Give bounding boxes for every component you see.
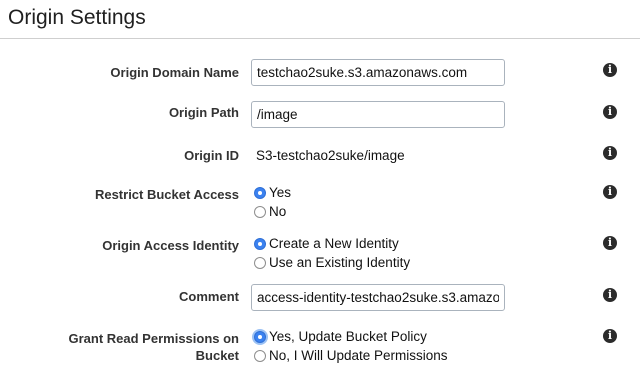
origin-id-label: Origin ID [184, 148, 239, 163]
update-permissions-myself-radio[interactable]: No, I Will Update Permissions [254, 346, 448, 365]
info-icon[interactable]: i [603, 236, 617, 250]
update-bucket-policy-radio[interactable]: Yes, Update Bucket Policy [254, 327, 448, 346]
radio-selected-indicator[interactable] [254, 330, 266, 343]
origin-path-label: Origin Path [168, 105, 239, 120]
origin-access-identity-label: Origin Access Identity [102, 238, 239, 253]
radio-label: Use an Existing Identity [269, 255, 411, 270]
origin-domain-name-input[interactable] [251, 59, 505, 86]
use-existing-identity-radio[interactable]: Use an Existing Identity [254, 253, 410, 272]
restrict-bucket-access-label: Restrict Bucket Access [94, 187, 239, 202]
info-icon[interactable]: i [603, 185, 617, 199]
section-divider [0, 38, 640, 39]
restrict-bucket-access-no-radio[interactable]: No [254, 202, 291, 221]
radio-selected-indicator[interactable] [254, 237, 266, 250]
info-icon[interactable]: i [603, 105, 617, 119]
section-title: Origin Settings [8, 6, 146, 29]
comment-label: Comment [179, 289, 239, 304]
origin-access-identity-radio-group: Create a New Identity Use an Existing Id… [254, 234, 410, 272]
create-new-identity-radio[interactable]: Create a New Identity [254, 234, 410, 253]
origin-id-value: S3-testchao2suke/image [256, 148, 405, 163]
radio-label: Yes [269, 185, 292, 200]
comment-input[interactable] [251, 284, 505, 311]
info-icon[interactable]: i [603, 288, 617, 302]
origin-domain-name-label: Origin Domain Name [110, 65, 239, 80]
grant-read-permissions-label-bucket: Bucket [195, 348, 239, 363]
info-icon[interactable]: i [603, 146, 617, 160]
radio-unselected-indicator[interactable] [254, 256, 266, 269]
radio-unselected-indicator[interactable] [254, 205, 266, 218]
radio-unselected-indicator[interactable] [254, 349, 266, 362]
restrict-bucket-access-yes-radio[interactable]: Yes [254, 183, 291, 202]
radio-selected-indicator[interactable] [254, 186, 266, 199]
radio-label: No [269, 204, 287, 219]
origin-path-input[interactable] [251, 101, 505, 128]
info-icon[interactable]: i [603, 63, 617, 77]
info-icon[interactable]: i [603, 329, 617, 343]
radio-label: Yes, Update Bucket Policy [269, 329, 427, 344]
radio-label: Create a New Identity [269, 236, 399, 251]
radio-label: No, I Will Update Permissions [269, 348, 448, 363]
grant-read-permissions-radio-group: Yes, Update Bucket Policy No, I Will Upd… [254, 327, 448, 365]
restrict-bucket-access-radio-group: Yes No [254, 183, 291, 221]
